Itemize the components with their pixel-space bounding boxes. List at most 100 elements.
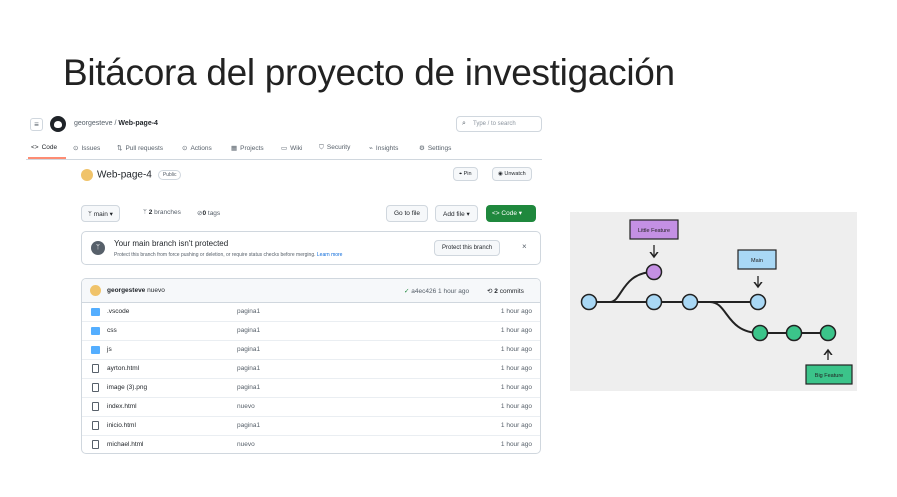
file-commit-message[interactable]: pagina1 (237, 422, 260, 429)
table-row: image (3).png pagina1 1 hour ago (82, 379, 540, 398)
pull-request-icon: ⇅ (117, 145, 123, 152)
file-commit-message[interactable]: nuevo (237, 441, 255, 448)
file-name[interactable]: .vscode (107, 308, 129, 315)
go-to-file-button[interactable]: Go to file (386, 205, 429, 222)
tab-insights[interactable]: ⌁ Insights (369, 144, 398, 152)
file-commit-message[interactable]: nuevo (237, 403, 255, 410)
svg-text:Little Feature: Little Feature (638, 228, 670, 234)
tab-code[interactable]: <> Code (31, 144, 57, 151)
file-commit-time: 1 hour ago (500, 384, 532, 391)
issues-icon: ⊙ (73, 145, 79, 152)
tags-link[interactable]: ⊘0 tags (197, 209, 220, 217)
table-row: ayrton.html pagina1 1 hour ago (82, 360, 540, 379)
file-commit-time: 1 hour ago (500, 422, 532, 429)
file-commit-time: 1 hour ago (500, 365, 532, 372)
branch-diagram: Little Feature Main Big Feature (570, 212, 857, 391)
learn-more-link[interactable]: Learn more (317, 252, 343, 258)
search-input[interactable]: ⌕ Type / to search (456, 116, 542, 132)
breadcrumb: georgesteve / Web-page-4 (74, 120, 158, 127)
tab-actions[interactable]: ⊙ Actions (182, 144, 212, 152)
main-commit-node (645, 293, 663, 311)
breadcrumb-separator: / (114, 120, 117, 127)
table-row: .vscode pagina1 1 hour ago (82, 303, 540, 322)
svg-text:Big Feature: Big Feature (815, 373, 843, 379)
big-feature-node (751, 324, 769, 342)
repo-header: Web-page-4 Public (81, 169, 182, 181)
avatar (90, 285, 101, 296)
file-commit-message[interactable]: pagina1 (237, 384, 260, 391)
add-file-button[interactable]: Add file ▾ (435, 205, 478, 222)
tab-settings[interactable]: ⚙ Settings (419, 144, 451, 152)
file-name[interactable]: index.html (107, 403, 137, 410)
unwatch-button[interactable]: ◉ Unwatch (492, 167, 532, 181)
file-commit-time: 1 hour ago (500, 327, 532, 334)
file-commit-message[interactable]: pagina1 (237, 327, 260, 334)
repo-name[interactable]: Web-page-4 (97, 170, 152, 181)
file-icon (92, 440, 99, 449)
file-name[interactable]: ayrton.html (107, 365, 139, 372)
breadcrumb-owner[interactable]: georgesteve (74, 120, 113, 127)
github-screenshot: ≡ georgesteve / Web-page-4 ⌕ Type / to s… (26, 113, 542, 458)
commits-link[interactable]: ⟲ 2 commits (487, 287, 524, 295)
search-placeholder: Type / to search (473, 121, 516, 127)
file-commit-time: 1 hour ago (500, 308, 532, 315)
active-tab-indicator (28, 157, 66, 159)
file-icon (92, 383, 99, 392)
table-row: js pagina1 1 hour ago (82, 341, 540, 360)
file-icon (92, 364, 99, 373)
github-logo-icon[interactable] (50, 116, 66, 132)
branch-bar: ᛘ main ▾ ᛘ 2 branches ⊘0 tags Go to file… (81, 205, 541, 223)
label-big-feature: Big Feature (805, 364, 853, 385)
file-list: georgesteve nuevo ✓ a4ec426 1 hour ago ⟲… (81, 278, 541, 454)
branch-protection-banner: ᛘ Your main branch isn't protected Prote… (81, 231, 541, 265)
breadcrumb-repo[interactable]: Web-page-4 (118, 120, 158, 127)
menu-icon[interactable]: ≡ (30, 118, 43, 131)
slide-title: Bitácora del proyecto de investigación (63, 52, 675, 93)
pin-icon: ⌖ (459, 171, 463, 177)
search-icon: ⌕ (462, 120, 466, 127)
folder-icon (91, 346, 100, 354)
file-commit-time: 1 hour ago (500, 403, 532, 410)
tab-issues[interactable]: ⊙ Issues (73, 144, 100, 152)
file-commit-message[interactable]: pagina1 (237, 365, 260, 372)
projects-icon: ▦ (231, 145, 238, 152)
code-button[interactable]: <> Code ▾ (486, 205, 536, 222)
diagram-lines (589, 271, 828, 334)
file-name[interactable]: michael.html (107, 441, 143, 448)
top-bar: ≡ georgesteve / Web-page-4 ⌕ Type / to s… (26, 113, 542, 135)
commit-meta: ✓ a4ec426 1 hour ago (404, 288, 470, 295)
branch-icon: ᛘ (143, 209, 147, 216)
shield-icon: ⛉ (319, 144, 324, 151)
file-name[interactable]: js (107, 346, 112, 353)
branch-select[interactable]: ᛘ main ▾ (81, 205, 120, 222)
repo-tabs: <> Code ⊙ Issues ⇅ Pull requests ⊙ Actions ▦… (26, 140, 542, 160)
branch-icon: ᛘ (91, 241, 105, 255)
tab-security[interactable]: ⛉ Security (319, 144, 350, 152)
file-commit-message[interactable]: pagina1 (237, 346, 260, 353)
svg-text:Main: Main (751, 258, 763, 264)
commit-hash[interactable]: a4ec426 (411, 288, 436, 295)
tab-projects[interactable]: ▦ Projects (231, 144, 264, 152)
folder-icon (91, 327, 100, 335)
close-icon[interactable]: × (522, 242, 527, 251)
file-icon (92, 421, 99, 430)
file-name[interactable]: inicio.html (107, 422, 136, 429)
protect-branch-button[interactable]: Protect this branch (434, 240, 501, 256)
tab-pull-requests[interactable]: ⇅ Pull requests (117, 144, 163, 152)
graph-icon: ⌁ (369, 145, 373, 152)
commit-author-message[interactable]: georgesteve nuevo (107, 287, 165, 294)
latest-commit-row: georgesteve nuevo ✓ a4ec426 1 hour ago ⟲… (82, 279, 540, 303)
file-icon (92, 402, 99, 411)
folder-icon (91, 308, 100, 316)
wiki-icon: ▭ (281, 145, 288, 152)
file-commit-time: 1 hour ago (500, 346, 532, 353)
tab-wiki[interactable]: ▭ Wiki (281, 144, 302, 152)
branches-link[interactable]: ᛘ 2 branches (143, 209, 181, 216)
branch-icon: ᛘ (88, 211, 92, 218)
main-commit-node (681, 293, 699, 311)
file-name[interactable]: css (107, 327, 117, 334)
pin-button[interactable]: ⌖ Pin (453, 167, 478, 181)
label-main: Main (737, 249, 777, 270)
file-name[interactable]: image (3).png (107, 384, 147, 391)
file-commit-message[interactable]: pagina1 (237, 308, 260, 315)
